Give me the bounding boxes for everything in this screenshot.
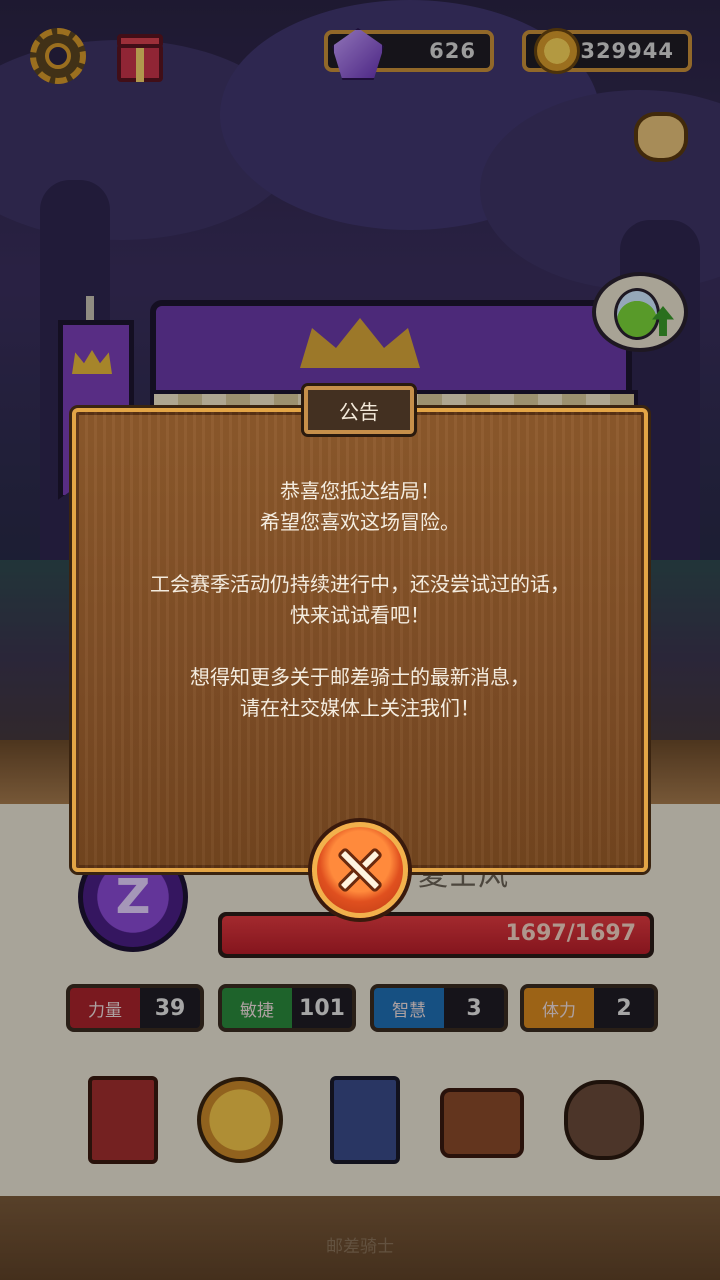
- message-paragraph: 恭喜您抵达结局！ 希望您喜欢这场冒险。: [90, 476, 630, 538]
- dialog-title-text: 公告: [339, 399, 379, 424]
- dialog-message: 恭喜您抵达结局！ 希望您喜欢这场冒险。 工会赛季活动仍持续进行中，还没尝试过的话…: [90, 476, 630, 755]
- close-button[interactable]: [312, 822, 408, 918]
- message-line: 工会赛季活动仍持续进行中，还没尝试过的话，: [150, 572, 570, 596]
- message-line: 请在社交媒体上关注我们！: [240, 696, 480, 720]
- dialog-title: 公告: [304, 386, 414, 434]
- message-paragraph: 工会赛季活动仍持续进行中，还没尝试过的话， 快来试试看吧！: [90, 569, 630, 631]
- close-x-icon: [335, 845, 385, 895]
- message-line: 想得知更多关于邮差骑士的最新消息，: [190, 665, 530, 689]
- message-line: 希望您喜欢这场冒险。: [260, 510, 460, 534]
- message-line: 恭喜您抵达结局！: [280, 479, 440, 503]
- message-line: 快来试试看吧！: [290, 603, 430, 627]
- message-paragraph: 想得知更多关于邮差骑士的最新消息， 请在社交媒体上关注我们！: [90, 662, 630, 724]
